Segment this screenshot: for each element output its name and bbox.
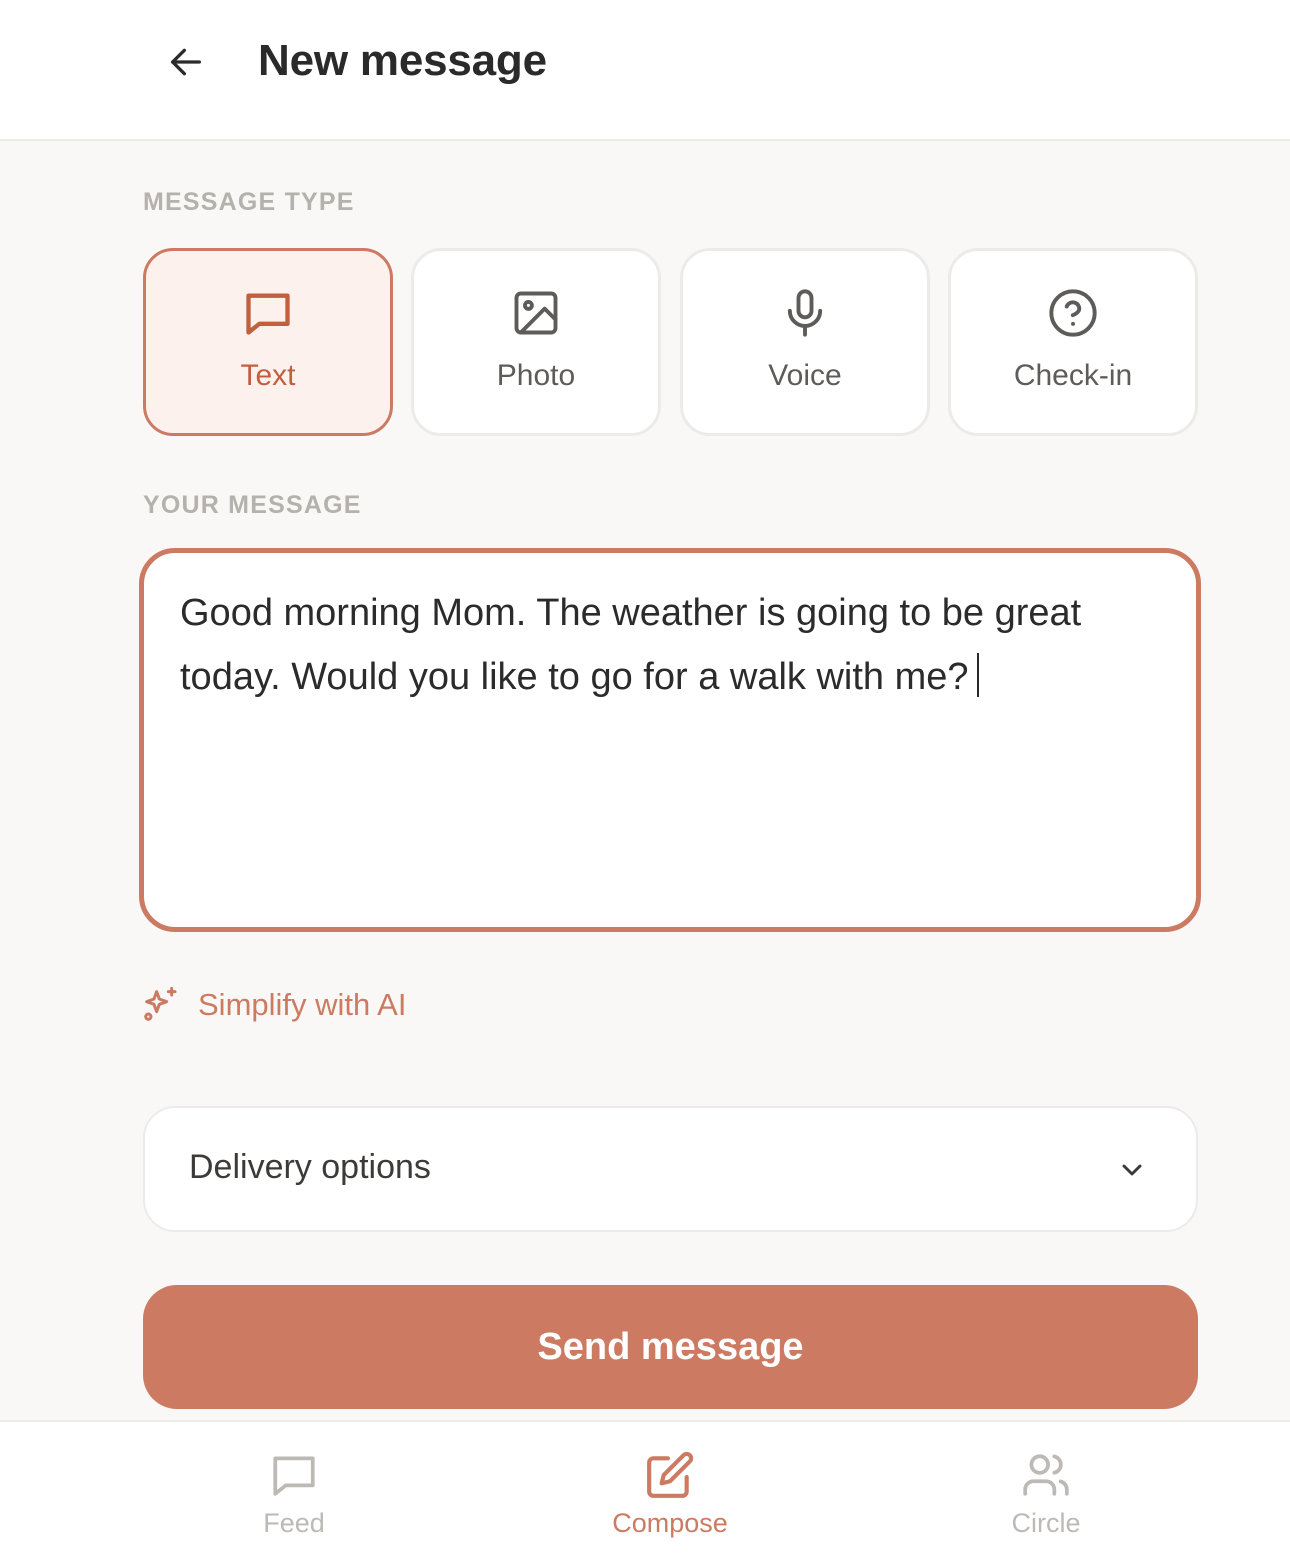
tab-circle[interactable]: Circle <box>896 1422 1196 1562</box>
tab-label: Feed <box>263 1508 325 1538</box>
chevron-down-icon <box>1122 1164 1142 1176</box>
tab-feed[interactable]: Feed <box>144 1422 444 1562</box>
delivery-options-dropdown[interactable]: Delivery options <box>143 1106 1198 1232</box>
microphone-icon <box>787 289 823 337</box>
message-textarea[interactable]: Good morning Mom. The weather is going t… <box>139 548 1201 932</box>
simplify-label: Simplify with AI <box>198 987 407 1022</box>
help-circle-icon <box>1049 289 1097 337</box>
back-button[interactable] <box>158 34 214 90</box>
users-icon <box>1023 1454 1069 1496</box>
your-message-label: YOUR MESSAGE <box>143 491 362 519</box>
edit-icon <box>647 1451 694 1498</box>
sparkles-icon <box>144 986 177 1021</box>
type-option-label: Text <box>240 359 296 392</box>
page-title: New message <box>258 36 547 85</box>
type-option-check-in[interactable]: Check-in <box>948 248 1198 436</box>
message-text-value: Good morning Mom. The weather is going t… <box>180 592 1082 698</box>
message-square-icon <box>273 1456 315 1496</box>
type-option-text[interactable]: Text <box>143 248 393 436</box>
tab-label: Compose <box>612 1508 728 1538</box>
type-option-label: Voice <box>768 359 842 392</box>
type-option-voice[interactable]: Voice <box>680 248 930 436</box>
top-bar: New message <box>0 0 1290 141</box>
type-option-label: Check-in <box>1013 359 1133 392</box>
arrow-left-icon <box>171 48 201 76</box>
bottom-tab-bar: Feed Compose Circle <box>0 1420 1290 1562</box>
text-caret <box>976 653 979 697</box>
delivery-options-label: Delivery options <box>189 1148 431 1186</box>
type-option-photo[interactable]: Photo <box>411 248 661 436</box>
image-icon <box>514 291 558 335</box>
type-option-label: Photo <box>496 359 576 392</box>
tab-compose[interactable]: Compose <box>520 1422 820 1562</box>
message-square-icon <box>246 293 290 335</box>
message-type-label: MESSAGE TYPE <box>143 188 355 216</box>
send-message-button[interactable]: Send message <box>143 1285 1198 1409</box>
tab-label: Circle <box>1011 1508 1081 1538</box>
message-text-content: Good morning Mom. The weather is going t… <box>180 581 1140 709</box>
message-type-selector: Text Photo Voice Check-in <box>143 248 1198 436</box>
simplify-with-ai-button[interactable]: Simplify with AI <box>140 982 406 1028</box>
